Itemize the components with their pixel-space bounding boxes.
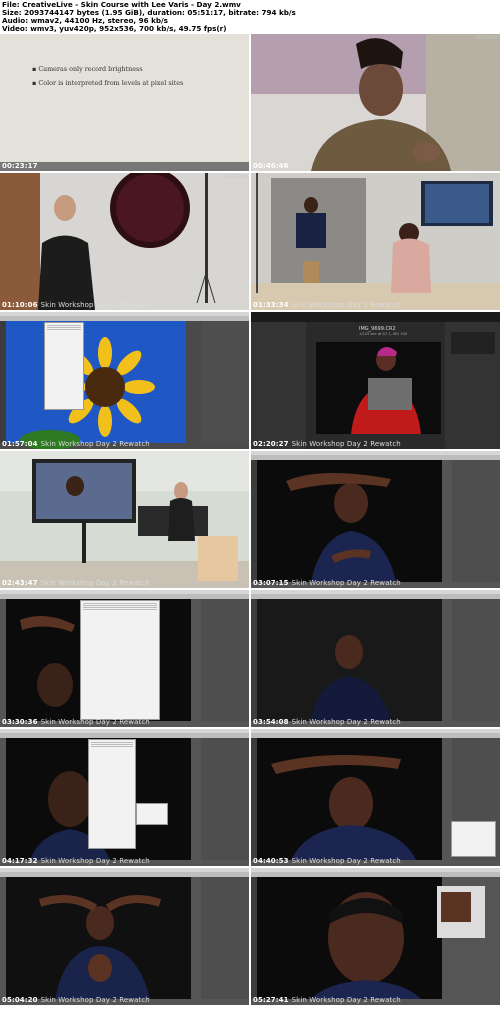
thumbnail-frame-14[interactable]: 05:27:41 Skin Workshop Day 2 Rewatch: [251, 868, 500, 1005]
tools-panel: [251, 738, 257, 860]
timestamp-label: 04:40:53 Skin Workshop Day 2 Rewatch: [253, 857, 401, 865]
studio-softbox-image: [0, 173, 249, 310]
tools-panel: [251, 599, 257, 721]
thumbnail-frame-7[interactable]: 02:43:47 Skin Workshop Day 2 Rewatch: [0, 451, 249, 588]
slide-bullets: ▪ Cameras only record brightness ▪ Color…: [32, 65, 184, 87]
timestamp-label: 05:27:41 Skin Workshop Day 2 Rewatch: [253, 996, 401, 1004]
tools-panel: [251, 460, 257, 582]
thumbnail-frame-13[interactable]: 05:04:20 Skin Workshop Day 2 Rewatch: [0, 868, 249, 1005]
filter-submenu[interactable]: [136, 803, 168, 825]
layers-panel: [452, 460, 500, 582]
layer-options-panel[interactable]: [451, 821, 496, 857]
thumbnail-frame-5[interactable]: 01:57:04 Skin Workshop Day 2 Rewatch: [0, 312, 249, 449]
tools-panel: [251, 877, 257, 999]
ustream-watermark: USTREAM: [475, 36, 497, 41]
slide-image: [0, 34, 249, 171]
thumbnail-frame-11[interactable]: 04:17:32 Skin Workshop Day 2 Rewatch: [0, 729, 249, 866]
filter-menu-dropdown[interactable]: [88, 739, 136, 849]
options-bar: [251, 872, 500, 877]
timestamp-label: 02:43:47 Skin Workshop Day 2 Rewatch: [2, 579, 150, 587]
timestamp-label: 03:30:36 Skin Workshop Day 2 Rewatch: [2, 718, 150, 726]
timestamp-label: 01:10:06 Skin Workshop Day 2 Rewatch: [2, 301, 150, 309]
layers-panel: [201, 738, 249, 860]
ustream-watermark: USTREAM: [224, 175, 246, 180]
thumbnail-frame-9[interactable]: 03:30:36 Skin Workshop Day 2 Rewatch: [0, 590, 249, 727]
timestamp-label: 01:33:34 Skin Workshop Day 2 Rewatch: [253, 301, 401, 309]
video-info-line: Video: wmv3, yuv420p, 952x536, 700 kb/s,…: [2, 24, 227, 33]
layers-panel: [201, 877, 249, 999]
timestamp-label: 02:20:27 Skin Workshop Day 2 Rewatch: [253, 440, 401, 448]
studio-shoot-image: [251, 173, 500, 310]
thumbnail-frame-2[interactable]: USTREAM 00:46:46: [251, 34, 500, 171]
timestamp-label: 01:57:04 Skin Workshop Day 2 Rewatch: [2, 440, 150, 448]
timestamp-label: 05:04:20 Skin Workshop Day 2 Rewatch: [2, 996, 150, 1004]
slide-bullet-1: Cameras only record brightness: [38, 65, 143, 73]
layers-panel: [201, 321, 249, 443]
tools-panel: [0, 321, 6, 443]
instructor-closeup-image: [251, 34, 500, 171]
image-menu-dropdown[interactable]: [44, 322, 84, 410]
thumbnail-frame-6[interactable]: IMG_9699.CR2 1/125 sec at f/7.1, ISO 100…: [251, 312, 500, 449]
timestamp-label: 00:23:17: [2, 162, 38, 170]
exposure-info: 1/125 sec at f/7.1, ISO 100: [359, 332, 408, 336]
thumbnail-frame-3[interactable]: USTREAM 01:10:06 Skin Workshop Day 2 Rewa…: [0, 173, 249, 310]
thumbnail-frame-8[interactable]: 03:07:15 Skin Workshop Day 2 Rewatch: [251, 451, 500, 588]
ustream-watermark: USTREAM: [475, 175, 497, 180]
instructor-monitor-image: [0, 451, 249, 588]
timestamp-label: 00:46:46: [253, 162, 289, 170]
photoshop-portrait-closeup-image: [251, 868, 500, 1005]
thumbnail-frame-1[interactable]: ▪ Cameras only record brightness ▪ Color…: [0, 34, 249, 171]
timestamp-label: 03:54:08 Skin Workshop Day 2 Rewatch: [253, 718, 401, 726]
layers-panel: [452, 599, 500, 721]
file-info-header: File: CreativeLive - Skin Course with Le…: [0, 0, 500, 34]
timestamp-label: 04:17:32 Skin Workshop Day 2 Rewatch: [2, 857, 150, 865]
slide-bullet-2: Color is interpreted from levels at pixe…: [38, 79, 184, 87]
timestamp-label: 03:07:15 Skin Workshop Day 2 Rewatch: [253, 579, 401, 587]
thumbnail-frame-12[interactable]: 04:40:53 Skin Workshop Day 2 Rewatch: [251, 729, 500, 866]
color-settings-dialog[interactable]: [80, 600, 160, 720]
thumbnail-frame-4[interactable]: USTREAM 01:33:34 Skin Workshop Day 2 Rewa…: [251, 173, 500, 310]
layers-panel: [201, 599, 249, 721]
thumbnail-frame-10[interactable]: 03:54:08 Skin Workshop Day 2 Rewatch: [251, 590, 500, 727]
